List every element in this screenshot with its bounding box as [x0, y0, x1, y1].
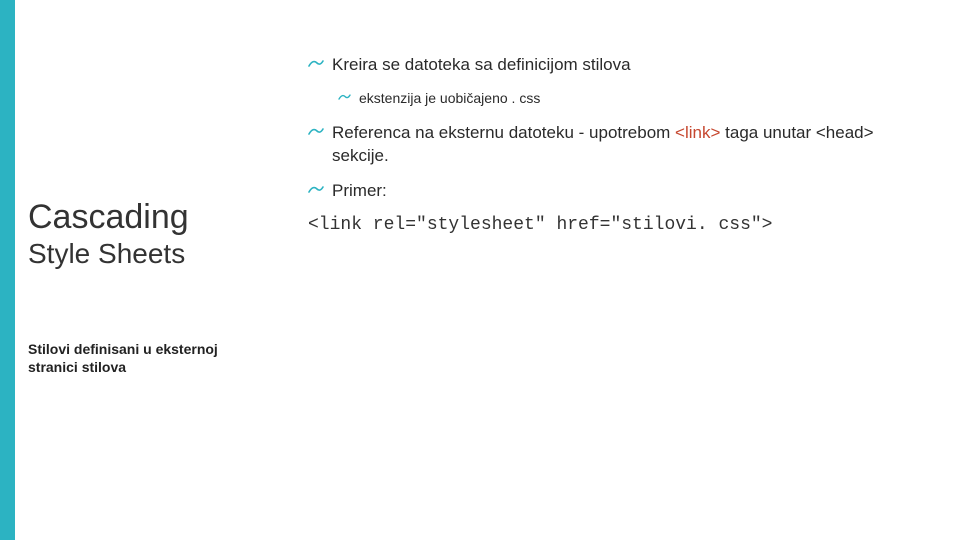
swoosh-icon [308, 125, 324, 139]
code-example: <link rel="stylesheet" href="stilovi. cs… [308, 215, 930, 235]
swoosh-icon [308, 57, 324, 71]
bullet-2-pre: Referenca na eksternu datoteku - upotreb… [332, 123, 675, 142]
bullet-1a: ekstenzija je uobičajeno . css [338, 89, 930, 108]
bullet-2-text: Referenca na eksternu datoteku - upotreb… [332, 122, 930, 168]
bullet-2: Referenca na eksternu datoteku - upotreb… [308, 122, 930, 168]
bullet-3-text: Primer: [332, 180, 387, 203]
slide-title-sub: Style Sheets [28, 238, 258, 270]
bullet-1a-text: ekstenzija je uobičajeno . css [359, 89, 540, 108]
content-area: Kreira se datoteka sa definicijom stilov… [280, 0, 960, 540]
bullet-2-link: <link> [675, 123, 720, 142]
swoosh-icon [338, 92, 351, 103]
slide-subtitle: Stilovi definisani u eksternoj stranici … [28, 340, 238, 376]
bullet-1-text: Kreira se datoteka sa definicijom stilov… [332, 54, 631, 77]
swoosh-icon [308, 183, 324, 197]
sidebar: Cascading Style Sheets Stilovi definisan… [0, 0, 280, 540]
slide-title-main: Cascading [28, 200, 258, 236]
bullet-3: Primer: [308, 180, 930, 203]
bullet-1: Kreira se datoteka sa definicijom stilov… [308, 54, 930, 77]
accent-bar [0, 0, 15, 540]
